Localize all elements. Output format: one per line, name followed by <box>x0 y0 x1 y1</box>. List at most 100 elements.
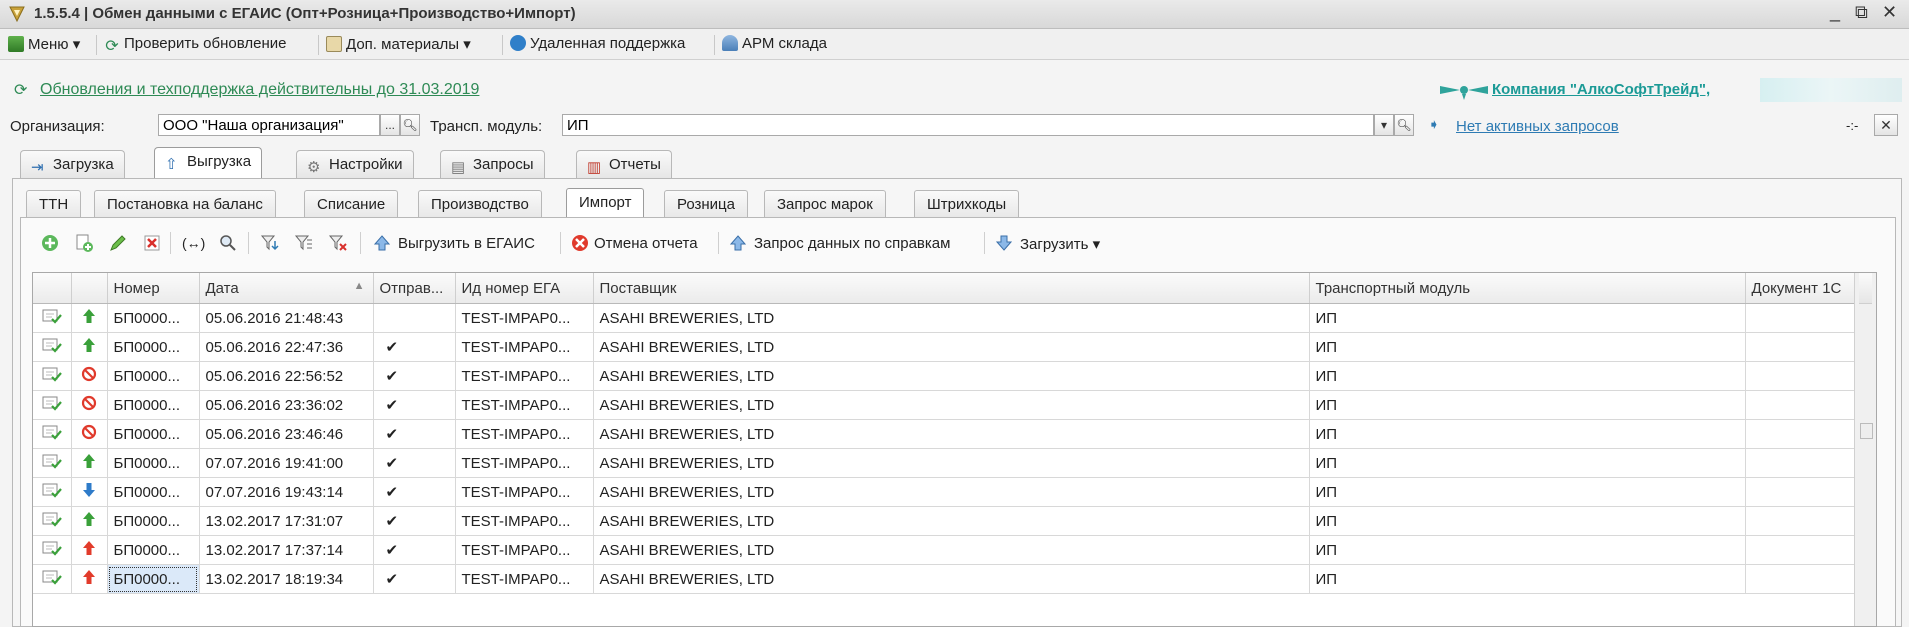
date-cell[interactable]: 13.02.2017 17:31:07 <box>199 506 374 536</box>
module-cell[interactable]: ИП <box>1309 564 1746 594</box>
col-dir-header[interactable] <box>71 273 108 304</box>
module-cell[interactable]: ИП <box>1309 506 1746 536</box>
subtab-retail[interactable]: Розница <box>664 190 748 217</box>
module-cell[interactable]: ИП <box>1309 535 1746 565</box>
table-row[interactable]: БП0000... 13.02.2017 18:19:34 ✔ TEST-IMPAP0… <box>33 564 1856 594</box>
col-supplier-header[interactable]: Поставщик <box>593 273 1310 304</box>
org-field[interactable] <box>158 114 380 136</box>
ega-id-cell[interactable]: TEST-IMPAP0... <box>455 564 594 594</box>
module-field[interactable] <box>562 114 1374 136</box>
active-requests-link[interactable]: Нет активных запросов <box>1456 118 1619 135</box>
warehouse-workstation-button[interactable]: АРМ склада <box>722 35 827 52</box>
doc1c-cell[interactable] <box>1745 564 1856 594</box>
table-row[interactable]: БП0000... 13.02.2017 17:31:07 ✔ TEST-IMPAP0… <box>33 506 1856 536</box>
table-row[interactable]: БП0000... 05.06.2016 23:36:02 ✔ TEST-IMPAP0… <box>33 390 1856 420</box>
sent-cell[interactable]: ✔ <box>373 564 456 594</box>
ega-id-cell[interactable]: TEST-IMPAP0... <box>455 390 594 420</box>
subtab-balance[interactable]: Постановка на баланс <box>94 190 276 217</box>
sent-cell[interactable]: ✔ <box>373 390 456 420</box>
date-cell[interactable]: 07.07.2016 19:41:00 <box>199 448 374 478</box>
module-cell[interactable]: ИП <box>1309 332 1746 362</box>
ega-id-cell[interactable]: TEST-IMPAP0... <box>455 535 594 565</box>
doc1c-cell[interactable] <box>1745 448 1856 478</box>
supplier-cell[interactable]: ASAHI BREWERIES, LTD <box>593 303 1310 333</box>
table-row[interactable]: БП0000... 05.06.2016 22:56:52 ✔ TEST-IMPAP0… <box>33 361 1856 391</box>
tab-load[interactable]: ⇥ Загрузка <box>20 150 125 178</box>
table-row[interactable]: БП0000... 13.02.2017 17:37:14 ✔ TEST-IMPAP0… <box>33 535 1856 565</box>
minimize-button[interactable]: _ <box>1830 2 1840 23</box>
org-select-button[interactable]: ... <box>380 114 400 136</box>
number-cell[interactable]: БП0000... <box>107 390 200 420</box>
ega-id-cell[interactable]: TEST-IMPAP0... <box>455 303 594 333</box>
module-search-button[interactable]: 🔍︎ <box>1394 114 1414 136</box>
doc1c-cell[interactable] <box>1745 390 1856 420</box>
copy-icon[interactable] <box>74 233 94 253</box>
doc1c-cell[interactable] <box>1745 506 1856 536</box>
subtab-writeoff[interactable]: Списание <box>304 190 399 217</box>
col-doc1c-header[interactable]: Документ 1С <box>1745 273 1856 304</box>
sent-cell[interactable]: ✔ <box>373 477 456 507</box>
col-icon-header[interactable] <box>33 273 72 304</box>
vertical-scrollbar[interactable] <box>1854 273 1876 626</box>
ega-id-cell[interactable]: TEST-IMPAP0... <box>455 448 594 478</box>
supplier-cell[interactable]: ASAHI BREWERIES, LTD <box>593 564 1310 594</box>
number-cell[interactable]: БП0000... <box>107 332 200 362</box>
date-cell[interactable]: 05.06.2016 23:36:02 <box>199 390 374 420</box>
close-panel-button[interactable]: ✕ <box>1874 114 1898 136</box>
subtab-ttn[interactable]: ТТН <box>26 190 82 217</box>
number-cell[interactable]: БП0000... <box>107 361 200 391</box>
layout-toggle[interactable]: -:- <box>1846 118 1858 133</box>
doc1c-cell[interactable] <box>1745 535 1856 565</box>
doc1c-cell[interactable] <box>1745 332 1856 362</box>
restore-button[interactable]: ⧉ <box>1855 2 1868 23</box>
extra-materials-button[interactable]: Доп. материалы ▾ <box>326 35 471 53</box>
date-cell[interactable]: 13.02.2017 17:37:14 <box>199 535 374 565</box>
number-cell[interactable]: БП0000... <box>107 477 200 507</box>
close-button[interactable]: ✕ <box>1882 2 1897 23</box>
table-row[interactable]: БП0000... 05.06.2016 23:46:46 ✔ TEST-IMPAP0… <box>33 419 1856 449</box>
number-cell[interactable]: БП0000... <box>107 303 200 333</box>
module-cell[interactable]: ИП <box>1309 361 1746 391</box>
import-documents-table[interactable]: Номер Дата ▲ Отправ... Ид номер ЕГА Поста… <box>32 272 1877 627</box>
supplier-cell[interactable]: ASAHI BREWERIES, LTD <box>593 448 1310 478</box>
col-number-header[interactable]: Номер <box>107 273 200 304</box>
tab-reports[interactable]: ▥ Отчеты <box>576 150 672 178</box>
supplier-cell[interactable]: ASAHI BREWERIES, LTD <box>593 506 1310 536</box>
filter-set-icon[interactable] <box>260 233 280 253</box>
doc1c-cell[interactable] <box>1745 303 1856 333</box>
module-cell[interactable]: ИП <box>1309 448 1746 478</box>
date-cell[interactable]: 05.06.2016 23:46:46 <box>199 419 374 449</box>
tab-requests[interactable]: ▤ Запросы <box>440 150 545 178</box>
check-update-button[interactable]: ⟳ Проверить обновление <box>104 35 286 55</box>
menu-button[interactable]: Меню ▾ <box>8 35 80 53</box>
subtab-marks-request[interactable]: Запрос марок <box>764 190 886 217</box>
ega-id-cell[interactable]: TEST-IMPAP0... <box>455 332 594 362</box>
add-icon[interactable] <box>40 233 60 253</box>
tab-unload[interactable]: ⇧ Выгрузка <box>154 147 263 179</box>
col-sent-header[interactable]: Отправ... <box>373 273 456 304</box>
number-cell[interactable]: БП0000... <box>107 448 200 478</box>
number-cell[interactable]: БП0000... <box>107 419 200 449</box>
table-row[interactable]: БП0000... 07.07.2016 19:43:14 ✔ TEST-IMPAP0… <box>33 477 1856 507</box>
ega-id-cell[interactable]: TEST-IMPAP0... <box>455 477 594 507</box>
ega-id-cell[interactable]: TEST-IMPAP0... <box>455 506 594 536</box>
number-cell[interactable]: БП0000... <box>107 506 200 536</box>
date-cell[interactable]: 13.02.2017 18:19:34 <box>199 564 374 594</box>
link-icon[interactable]: (↔) <box>182 235 205 251</box>
subtab-production[interactable]: Производство <box>418 190 542 217</box>
supplier-cell[interactable]: ASAHI BREWERIES, LTD <box>593 419 1310 449</box>
date-cell[interactable]: 07.07.2016 19:43:14 <box>199 477 374 507</box>
date-cell[interactable]: 05.06.2016 21:48:43 <box>199 303 374 333</box>
sent-cell[interactable]: ✔ <box>373 535 456 565</box>
number-cell[interactable]: БП0000... <box>107 564 200 594</box>
supplier-cell[interactable]: ASAHI BREWERIES, LTD <box>593 332 1310 362</box>
number-cell[interactable]: БП0000... <box>107 535 200 565</box>
subtab-barcodes[interactable]: Штрихкоды <box>914 190 1020 217</box>
subtab-import[interactable]: Импорт <box>566 188 645 218</box>
find-icon[interactable] <box>218 233 238 253</box>
support-validity-link[interactable]: Обновления и техподдержка действительны … <box>40 81 479 99</box>
scroll-thumb[interactable] <box>1860 423 1873 439</box>
doc1c-cell[interactable] <box>1745 477 1856 507</box>
sent-cell[interactable]: ✔ <box>373 361 456 391</box>
module-dropdown-button[interactable]: ▾ <box>1374 114 1394 136</box>
